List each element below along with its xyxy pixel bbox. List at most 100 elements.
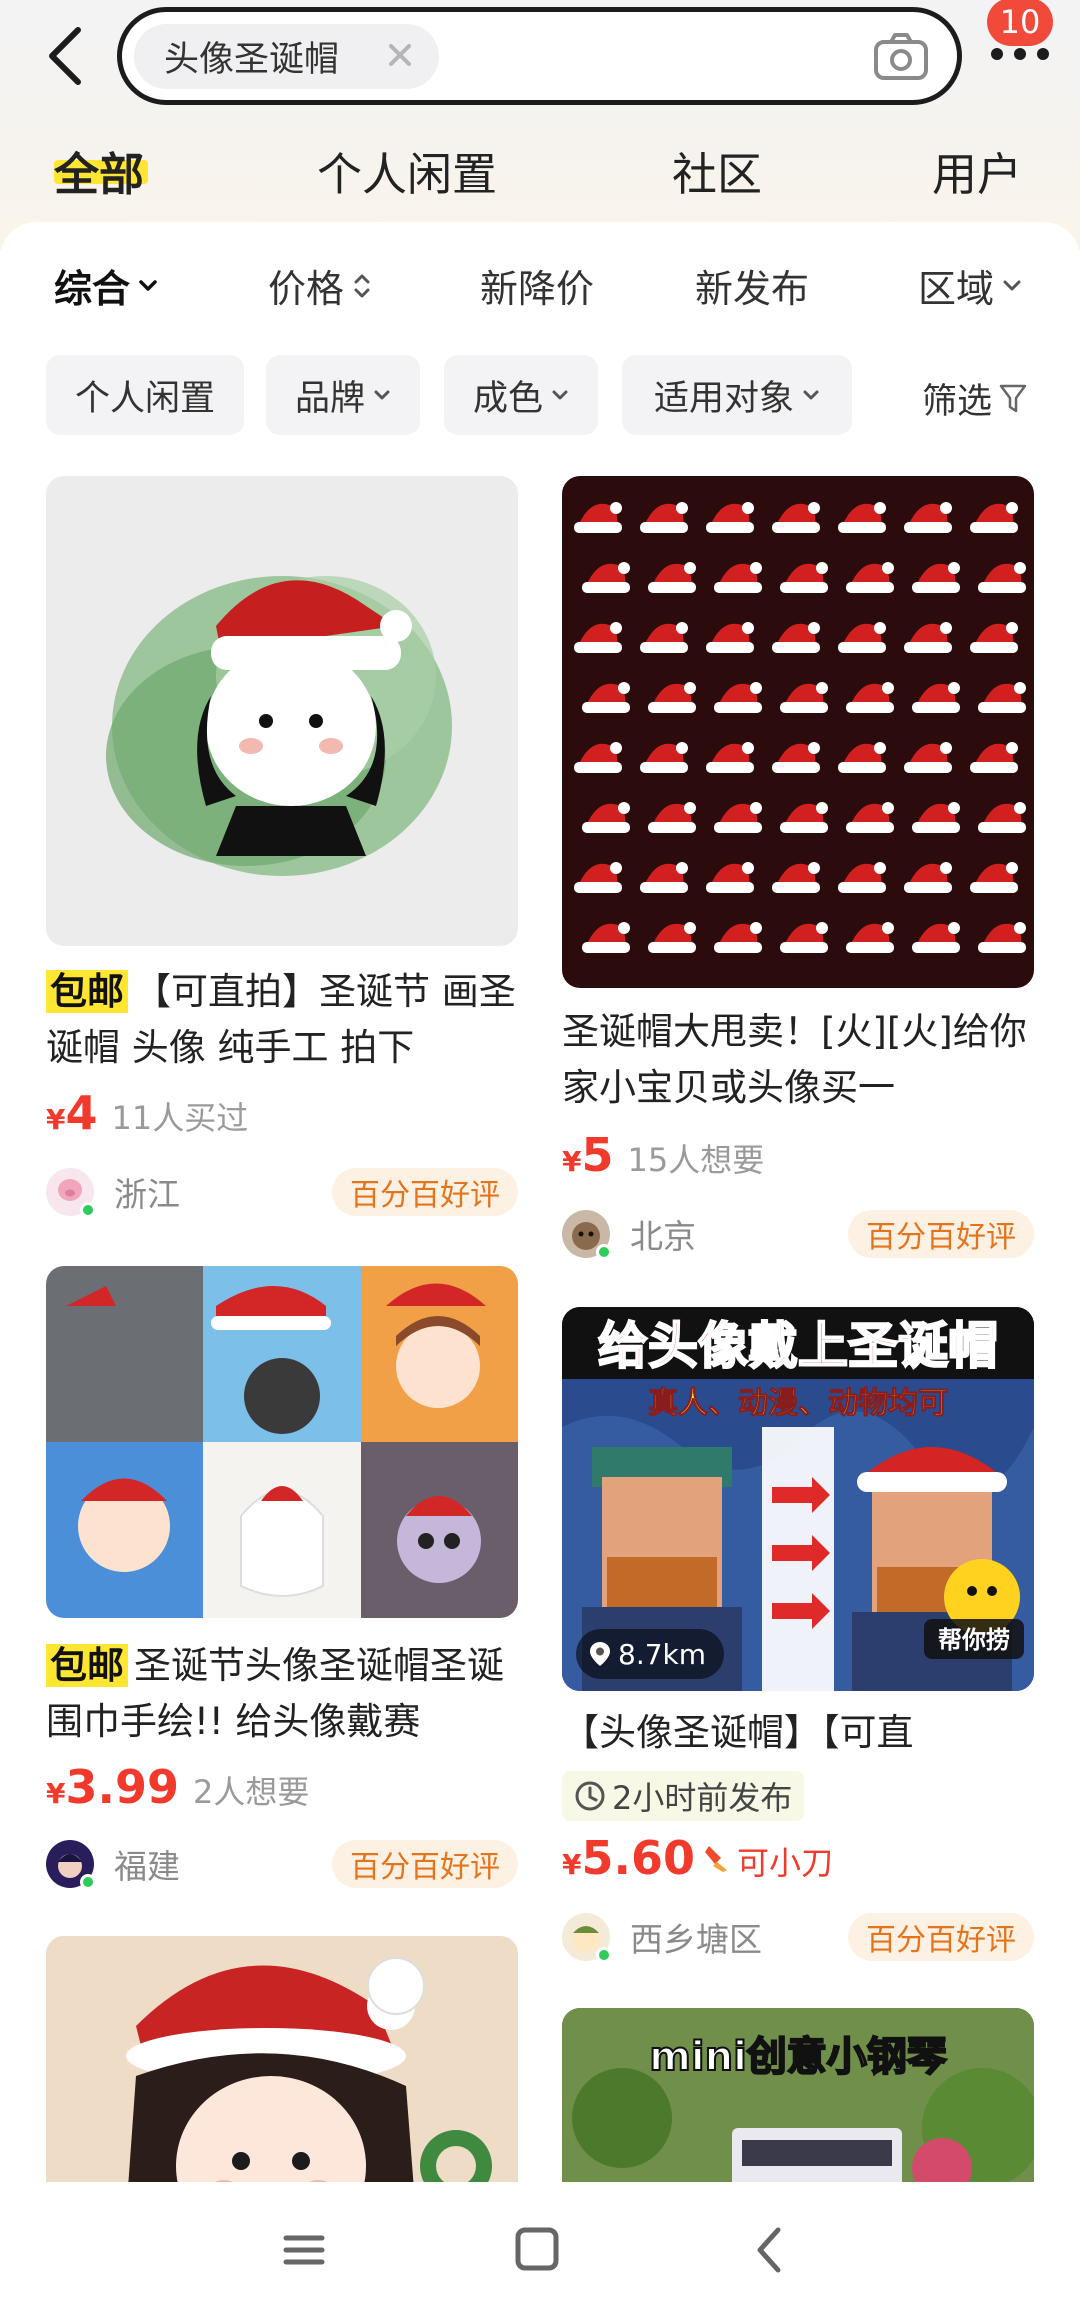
price: 5 bbox=[581, 1128, 614, 1182]
product-image[interactable] bbox=[46, 476, 518, 946]
seller-row[interactable]: 北京 百分百好评 bbox=[562, 1206, 1034, 1262]
location-pin-icon bbox=[590, 1642, 610, 1666]
sort-region[interactable]: 区域 bbox=[918, 258, 1022, 313]
product-card[interactable]: 圣诞帽大甩卖！[火][火]给你家小宝贝或头像买一 ¥ 5 15人想要 北京 百分… bbox=[562, 476, 1034, 1266]
filter-personal-idle[interactable]: 个人闲置 bbox=[46, 355, 244, 435]
santa-hat-icon bbox=[846, 802, 894, 833]
product-card[interactable]: 包邮 圣诞节头像圣诞帽圣诞围巾手绘!! 给头像戴赛 ¥ 3.99 2人想要 福建 … bbox=[46, 1266, 518, 1906]
seller-row[interactable]: 浙江 百分百好评 bbox=[46, 1164, 518, 1220]
santa-hat-icon bbox=[904, 502, 952, 533]
image-headline: mini创意小钢琴 bbox=[649, 2034, 947, 2080]
sort-price-drop[interactable]: 新降价 bbox=[480, 258, 594, 313]
santa-hat-icon bbox=[772, 742, 820, 773]
online-indicator bbox=[80, 1874, 96, 1890]
santa-hat-icon bbox=[904, 622, 952, 653]
rating-badge: 百分百好评 bbox=[848, 1913, 1034, 1961]
santa-hat-icon bbox=[574, 502, 622, 533]
price-row: ¥ 5.60 可小刀 bbox=[562, 1831, 833, 1891]
santa-hat-icon bbox=[780, 922, 828, 953]
price: 3.99 bbox=[65, 1760, 179, 1814]
filter-bar: 个人闲置 品牌 成色 适用对象 筛选 bbox=[0, 355, 1080, 437]
santa-hat-icon bbox=[706, 742, 754, 773]
sort-price[interactable]: 价格 bbox=[268, 258, 372, 313]
currency-symbol: ¥ bbox=[562, 1145, 582, 1178]
seller-location: 福建 bbox=[114, 1847, 180, 1886]
santa-hat-icon bbox=[772, 502, 820, 533]
product-image[interactable]: 给头像戴上圣诞帽 真人、动漫、动物均可 帮你捞 8.7km bbox=[562, 1307, 1034, 1691]
menu-icon[interactable] bbox=[274, 2222, 334, 2278]
filter-condition[interactable]: 成色 bbox=[444, 355, 598, 435]
funnel-icon bbox=[999, 384, 1027, 412]
santa-hat-icon bbox=[582, 562, 630, 593]
seller-row[interactable]: 西乡塘区 百分百好评 bbox=[562, 1909, 1034, 1965]
santa-hat-icon bbox=[904, 862, 952, 893]
filter-screen-button[interactable]: 筛选 bbox=[922, 373, 1028, 424]
santa-hat-icon bbox=[582, 922, 630, 953]
product-card[interactable] bbox=[46, 1936, 518, 2216]
tab-personal-idle[interactable]: 个人闲置 bbox=[317, 138, 497, 203]
search-input[interactable]: 头像圣诞帽 bbox=[117, 7, 962, 105]
product-image[interactable] bbox=[46, 1266, 518, 1618]
santa-hat-icon bbox=[780, 682, 828, 713]
tab-users[interactable]: 用户 bbox=[932, 138, 1022, 203]
sort-comprehensive[interactable]: 综合 bbox=[54, 258, 158, 313]
santa-hat-icon bbox=[640, 742, 688, 773]
sort-price-drop-label: 新降价 bbox=[480, 267, 595, 311]
santa-hat-icon bbox=[846, 682, 894, 713]
back-icon[interactable] bbox=[740, 2222, 800, 2278]
avatar[interactable] bbox=[562, 1210, 612, 1260]
product-image[interactable] bbox=[46, 1936, 518, 2216]
product-title[interactable]: 包邮 圣诞节头像圣诞帽圣诞围巾手绘!! 给头像戴赛 bbox=[46, 1638, 518, 1750]
product-title[interactable]: 包邮 【可直拍】圣诞节 画圣诞帽 头像 纯手工 拍下 bbox=[46, 964, 518, 1076]
filter-brand-label: 品牌 bbox=[294, 378, 365, 419]
product-image[interactable] bbox=[562, 476, 1034, 988]
publish-time-text: 2小时前发布 bbox=[612, 1779, 793, 1817]
system-nav-bar bbox=[0, 2182, 1080, 2314]
clear-query-icon[interactable] bbox=[387, 42, 413, 68]
camera-icon[interactable] bbox=[873, 32, 929, 82]
header: 头像圣诞帽 10 全部 个人闲置 社区 用户 bbox=[0, 0, 1080, 250]
filter-condition-label: 成色 bbox=[472, 378, 543, 419]
filter-brand[interactable]: 品牌 bbox=[266, 355, 420, 435]
product-card[interactable]: 包邮 【可直拍】圣诞节 画圣诞帽 头像 纯手工 拍下 ¥ 4 11人买过 浙江 百… bbox=[46, 476, 518, 1218]
santa-hat-icon bbox=[582, 682, 630, 713]
tab-all[interactable]: 全部 bbox=[54, 138, 144, 203]
sort-newest[interactable]: 新发布 bbox=[695, 258, 809, 313]
santa-hat-icon bbox=[838, 862, 886, 893]
product-title[interactable]: 【头像圣诞帽】【可直 bbox=[562, 1705, 1034, 1761]
currency-symbol: ¥ bbox=[46, 1103, 66, 1136]
search-query-chip[interactable]: 头像圣诞帽 bbox=[134, 24, 439, 89]
avatar[interactable] bbox=[46, 1168, 96, 1218]
product-image[interactable]: mini创意小钢琴 bbox=[562, 2008, 1034, 2208]
rating-badge: 百分百好评 bbox=[332, 1840, 518, 1888]
home-icon[interactable] bbox=[506, 2222, 566, 2278]
filter-target[interactable]: 适用对象 bbox=[622, 355, 852, 435]
avatar[interactable] bbox=[562, 1913, 612, 1963]
sort-region-label: 区域 bbox=[918, 267, 995, 311]
santa-hat-icon bbox=[780, 562, 828, 593]
product-card[interactable]: mini创意小钢琴 bbox=[562, 2008, 1034, 2208]
tab-community[interactable]: 社区 bbox=[672, 138, 762, 203]
santa-hat-icon bbox=[640, 622, 688, 653]
back-arrow-icon[interactable] bbox=[40, 24, 96, 88]
sales-count: 11人买过 bbox=[111, 1099, 249, 1137]
santa-hat-icon bbox=[978, 562, 1026, 593]
santa-hat-icon bbox=[912, 682, 960, 713]
santa-hat-icon bbox=[846, 562, 894, 593]
clock-icon bbox=[575, 1781, 605, 1811]
chevron-down-icon bbox=[139, 279, 157, 291]
product-title[interactable]: 圣诞帽大甩卖！[火][火]给你家小宝贝或头像买一 bbox=[562, 1004, 1034, 1116]
seller-location: 西乡塘区 bbox=[630, 1920, 762, 1959]
santa-hat-icon bbox=[574, 862, 622, 893]
seller-row[interactable]: 福建 百分百好评 bbox=[46, 1836, 518, 1892]
product-card[interactable]: 给头像戴上圣诞帽 真人、动漫、动物均可 帮你捞 8.7km 【头像圣诞帽】【可直… bbox=[562, 1307, 1034, 1987]
image-helper-label: 帮你捞 bbox=[938, 1626, 1010, 1654]
search-query-text: 头像圣诞帽 bbox=[164, 40, 340, 80]
santa-hat-icon bbox=[574, 742, 622, 773]
santa-hat-icon bbox=[978, 802, 1026, 833]
santa-hat-icon bbox=[714, 802, 762, 833]
avatar[interactable] bbox=[46, 1840, 96, 1890]
sort-bar: 综合 价格 新降价 新发布 区域 bbox=[0, 258, 1080, 318]
santa-hat-icon bbox=[904, 742, 952, 773]
santa-hat-icon bbox=[978, 682, 1026, 713]
